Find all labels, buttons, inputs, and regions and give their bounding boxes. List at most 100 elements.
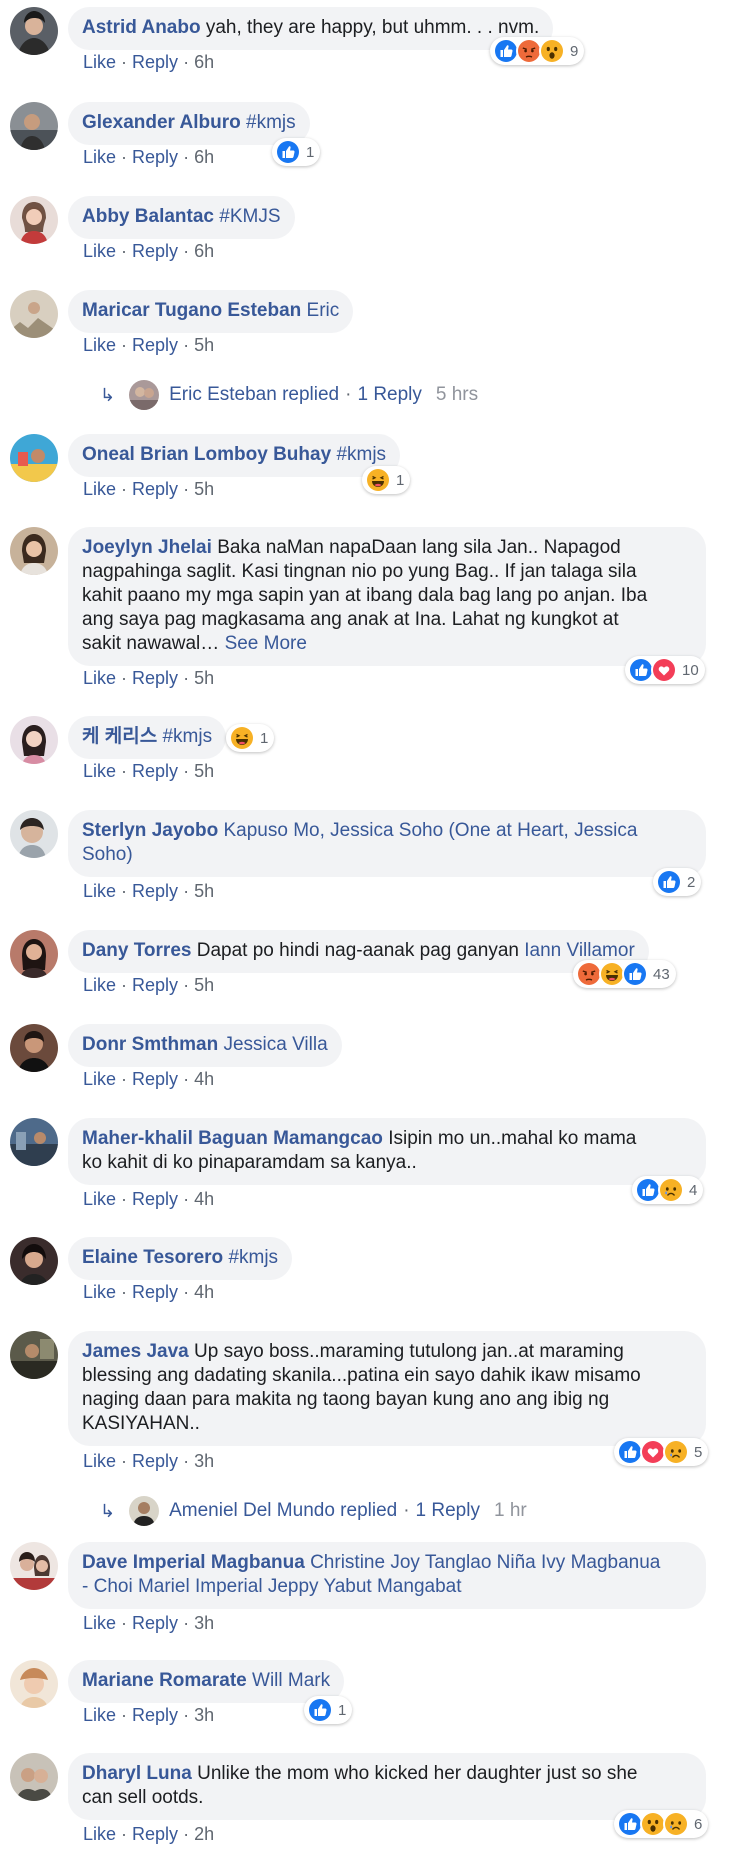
timestamp[interactable]: 5h xyxy=(194,668,214,688)
reply-link[interactable]: Reply xyxy=(132,1282,178,1302)
comment-tag-line[interactable]: - Choi Mariel Imperial Jeppy Yabut Manga… xyxy=(82,1576,462,1597)
like-link[interactable]: Like xyxy=(83,1705,116,1725)
reaction-summary[interactable]: 9 xyxy=(490,37,585,65)
timestamp[interactable]: 4h xyxy=(194,1069,214,1089)
reply-link[interactable]: Reply xyxy=(132,975,178,995)
reaction-summary[interactable]: 1 xyxy=(304,1696,353,1724)
like-link[interactable]: Like xyxy=(83,241,116,261)
comment-tag[interactable]: Eric xyxy=(307,300,340,321)
comment-author[interactable]: 케 케리스 xyxy=(82,726,157,747)
comment-tag[interactable]: #kmjs xyxy=(228,1247,278,1268)
like-link[interactable]: Like xyxy=(83,881,116,901)
comment-tag[interactable]: #KMJS xyxy=(219,206,280,227)
like-link[interactable]: Like xyxy=(83,335,116,355)
comment-author[interactable]: Astrid Anabo xyxy=(82,17,201,38)
reaction-summary[interactable]: 6 xyxy=(614,1810,709,1838)
like-link[interactable]: Like xyxy=(83,1189,116,1209)
comment-author[interactable]: James Java xyxy=(82,1341,189,1362)
reply-link[interactable]: Reply xyxy=(132,1189,178,1209)
timestamp[interactable]: 5h xyxy=(194,975,214,995)
timestamp[interactable]: 5h xyxy=(194,479,214,499)
comment-tag-line[interactable]: Soho) xyxy=(82,844,133,865)
reply-link[interactable]: Reply xyxy=(132,241,178,261)
timestamp[interactable]: 5h xyxy=(194,335,214,355)
reply-link[interactable]: Reply xyxy=(132,52,178,72)
avatar[interactable] xyxy=(10,1118,58,1166)
avatar[interactable] xyxy=(10,1024,58,1072)
like-link[interactable]: Like xyxy=(83,479,116,499)
timestamp[interactable]: 3h xyxy=(194,1705,214,1725)
replier-name[interactable]: Ameniel Del Mundo replied xyxy=(169,1500,397,1522)
timestamp[interactable]: 3h xyxy=(194,1613,214,1633)
timestamp[interactable]: 6h xyxy=(194,52,214,72)
comment-tag[interactable]: Iann Villamor xyxy=(524,940,635,961)
reply-link[interactable]: Reply xyxy=(132,1824,178,1844)
comment-tag[interactable]: #kmjs xyxy=(162,726,212,747)
avatar[interactable] xyxy=(10,810,58,858)
comment-author[interactable]: Maher-khalil Baguan Mamangcao xyxy=(82,1128,383,1149)
comment-tag[interactable]: Will Mark xyxy=(252,1670,330,1691)
like-link[interactable]: Like xyxy=(83,1613,116,1633)
comment-author[interactable]: Dany Torres xyxy=(82,940,191,961)
replier-name[interactable]: Eric Esteban replied xyxy=(169,384,339,406)
reply-count-link[interactable]: 1 Reply xyxy=(416,1500,480,1522)
reaction-summary[interactable]: 1 xyxy=(362,466,411,494)
avatar[interactable] xyxy=(10,290,58,338)
avatar[interactable] xyxy=(10,716,58,764)
reaction-summary[interactable]: 4 xyxy=(632,1176,704,1204)
comment-tag[interactable]: #kmjs xyxy=(336,444,386,465)
reply-link[interactable]: Reply xyxy=(132,1613,178,1633)
view-replies-link[interactable]: ↳ Eric Esteban replied · 1 Reply 5 hrs xyxy=(100,380,478,410)
reply-link[interactable]: Reply xyxy=(132,479,178,499)
avatar[interactable] xyxy=(10,1331,58,1379)
see-more-link[interactable]: See More xyxy=(225,633,307,654)
comment-author[interactable]: Elaine Tesorero xyxy=(82,1247,223,1268)
view-replies-link[interactable]: ↳ Ameniel Del Mundo replied · 1 Reply 1 hr xyxy=(100,1496,527,1526)
avatar[interactable] xyxy=(10,434,58,482)
avatar[interactable] xyxy=(10,7,58,55)
comment-author[interactable]: Oneal Brian Lomboy Buhay xyxy=(82,444,331,465)
like-link[interactable]: Like xyxy=(83,1451,116,1471)
timestamp[interactable]: 3h xyxy=(194,1451,214,1471)
reply-link[interactable]: Reply xyxy=(132,1705,178,1725)
reaction-summary[interactable]: 1 xyxy=(226,724,275,752)
reply-count-link[interactable]: 1 Reply xyxy=(357,384,421,406)
avatar[interactable] xyxy=(10,1660,58,1708)
avatar[interactable] xyxy=(10,102,58,150)
reply-link[interactable]: Reply xyxy=(132,1451,178,1471)
avatar[interactable] xyxy=(10,1542,58,1590)
reaction-summary[interactable]: 10 xyxy=(625,656,705,684)
like-link[interactable]: Like xyxy=(83,668,116,688)
reaction-summary[interactable]: 5 xyxy=(614,1438,709,1466)
reply-link[interactable]: Reply xyxy=(132,761,178,781)
comment-author[interactable]: Sterlyn Jayobo xyxy=(82,820,218,841)
like-link[interactable]: Like xyxy=(83,147,116,167)
like-link[interactable]: Like xyxy=(83,1282,116,1302)
avatar[interactable] xyxy=(10,1753,58,1801)
timestamp[interactable]: 5h xyxy=(194,761,214,781)
timestamp[interactable]: 5h xyxy=(194,881,214,901)
comment-author[interactable]: Glexander Alburo xyxy=(82,112,241,133)
timestamp[interactable]: 4h xyxy=(194,1189,214,1209)
timestamp[interactable]: 2h xyxy=(194,1824,214,1844)
avatar[interactable] xyxy=(10,930,58,978)
comment-author[interactable]: Dave Imperial Magbanua xyxy=(82,1552,305,1573)
comment-author[interactable]: Donr Smthman xyxy=(82,1034,218,1055)
comment-author[interactable]: Abby Balantac xyxy=(82,206,214,227)
like-link[interactable]: Like xyxy=(83,1069,116,1089)
avatar[interactable] xyxy=(10,1237,58,1285)
reply-link[interactable]: Reply xyxy=(132,1069,178,1089)
timestamp[interactable]: 6h xyxy=(194,241,214,261)
reply-link[interactable]: Reply xyxy=(132,668,178,688)
comment-author[interactable]: Mariane Romarate xyxy=(82,1670,247,1691)
comment-author[interactable]: Dharyl Luna xyxy=(82,1763,192,1784)
comment-tag-line[interactable]: Christine Joy Tanglao Niña Ivy Magbanua xyxy=(310,1552,660,1573)
comment-author[interactable]: Joeylyn Jhelai xyxy=(82,537,212,558)
reaction-summary[interactable]: 43 xyxy=(573,960,676,988)
reply-link[interactable]: Reply xyxy=(132,335,178,355)
timestamp[interactable]: 4h xyxy=(194,1282,214,1302)
avatar[interactable] xyxy=(10,196,58,244)
reaction-summary[interactable]: 1 xyxy=(272,138,321,166)
reaction-summary[interactable]: 2 xyxy=(653,868,702,896)
like-link[interactable]: Like xyxy=(83,975,116,995)
